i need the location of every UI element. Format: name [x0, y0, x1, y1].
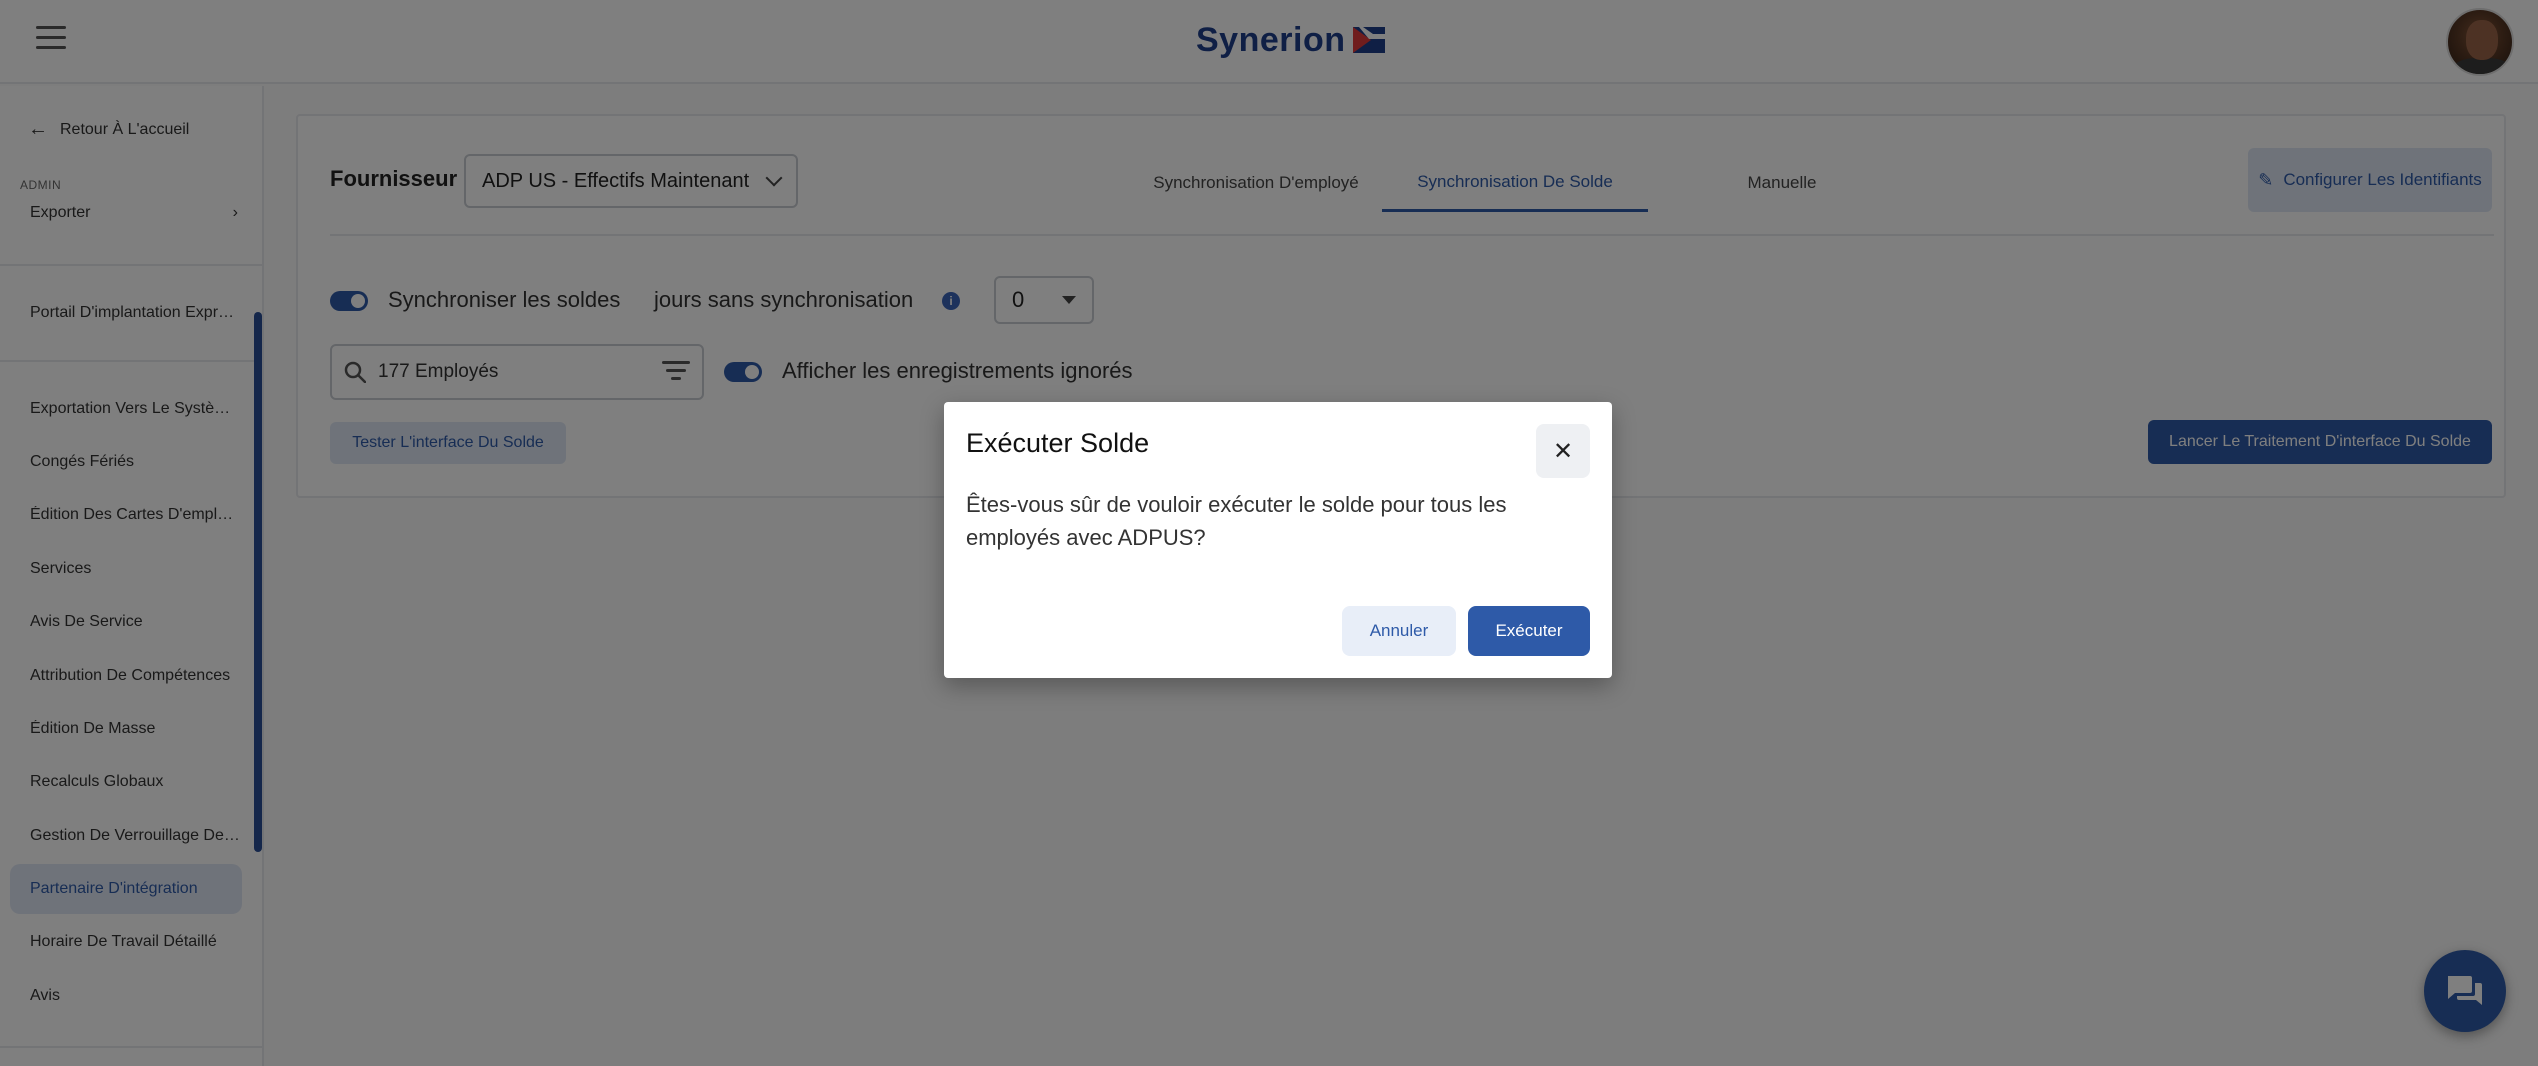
cancel-button[interactable]: Annuler	[1342, 606, 1456, 656]
close-icon[interactable]: ✕	[1536, 424, 1590, 478]
execute-button[interactable]: Exécuter	[1468, 606, 1590, 656]
execute-balance-dialog: Exécuter Solde ✕ Êtes-vous sûr de vouloi…	[944, 402, 1612, 678]
dialog-title: Exécuter Solde	[966, 428, 1150, 458]
dialog-message: Êtes-vous sûr de vouloir exécuter le sol…	[966, 492, 1507, 550]
